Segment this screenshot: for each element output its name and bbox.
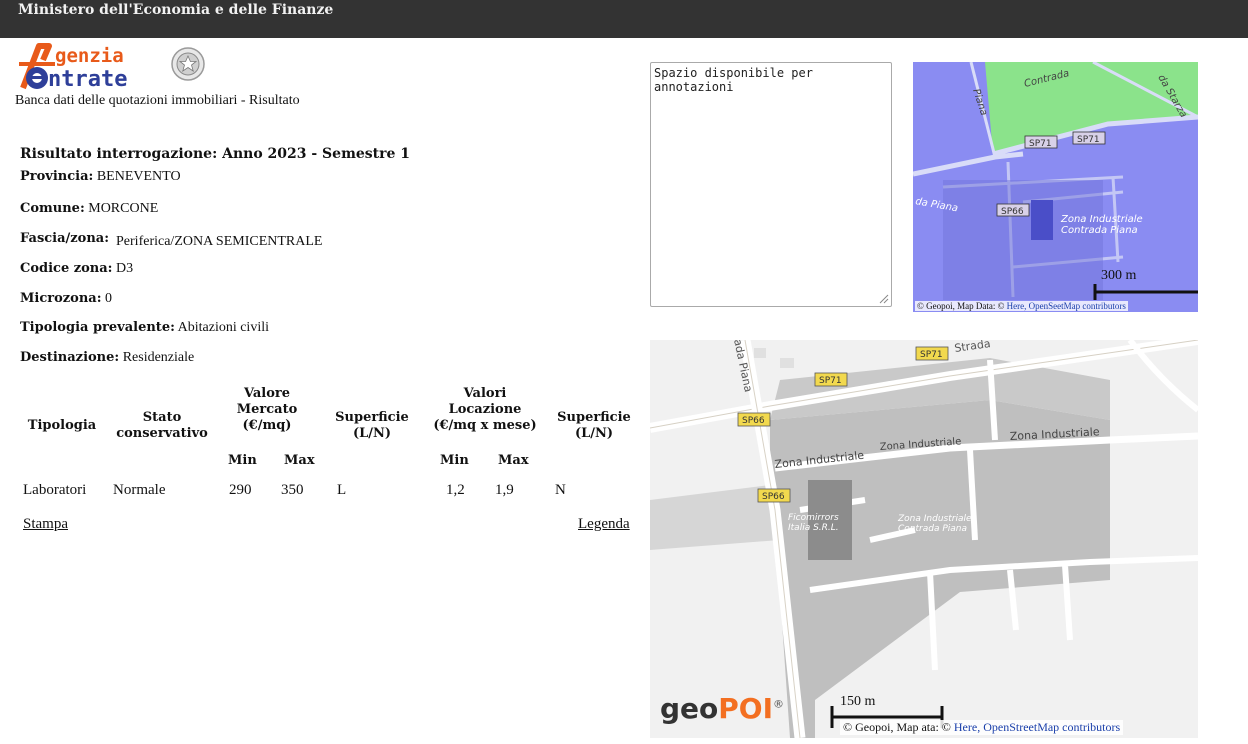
svg-text:SP66: SP66 xyxy=(762,492,785,502)
col-header-valore-mercato: Valore Mercato (€/mq) xyxy=(236,386,298,433)
republic-emblem xyxy=(171,47,205,81)
col-header-min-2: Min xyxy=(440,453,469,468)
col-header-stato: Stato conservativo xyxy=(116,410,208,441)
svg-text:SP71: SP71 xyxy=(1077,135,1100,145)
svg-text:Contrada Piana: Contrada Piana xyxy=(1061,225,1138,236)
logo-line2: ntrate xyxy=(48,67,127,90)
col-header-tipologia: Tipologia xyxy=(27,418,97,433)
cell-min-locazione: 1,2 xyxy=(446,482,465,498)
ministry-title: Ministero dell'Economia e delle Finanze xyxy=(18,2,334,18)
cell-tipologia: Laboratori xyxy=(23,482,87,498)
result-title: Risultato interrogazione: Anno 2023 - Se… xyxy=(20,146,411,162)
field-microzona: Microzona: 0 xyxy=(20,291,112,306)
field-tipologia-prevalente: Tipologia prevalente: Abitazioni civili xyxy=(20,320,269,335)
field-comune: Comune: MORCONE xyxy=(20,201,159,216)
agenzia-entrate-logo: genzia ntrate xyxy=(15,42,205,92)
cell-stato: Normale xyxy=(113,482,166,498)
logo-line1: genzia xyxy=(55,45,124,67)
print-link[interactable]: Stampa xyxy=(23,516,68,533)
cell-max-locazione: 1,9 xyxy=(495,482,514,498)
svg-text:SP71: SP71 xyxy=(1029,139,1052,149)
field-fascia-zona: Fascia/zona: Periferica/ZONA SEMICENTRAL… xyxy=(20,231,323,249)
col-header-superficie: Superficie (L/N) xyxy=(335,410,409,441)
overview-map[interactable]: SP71 SP71 SP66 Contrada Piana da Starza … xyxy=(913,62,1198,312)
detail-attribution: © Geopoi, Map ata: © Here, OpenStreetMap… xyxy=(840,720,1124,735)
overview-attribution: © Geopoi, Map Data: © Here, OpenSeetMap … xyxy=(915,301,1128,311)
col-header-superficie-2: Superficie (L/N) xyxy=(557,410,631,441)
top-bar: Ministero dell'Economia e delle Finanze xyxy=(0,0,1248,38)
col-header-max: Max xyxy=(284,453,315,468)
field-codice-zona: Codice zona: D3 xyxy=(20,261,134,276)
detail-scale-label: 150 m xyxy=(840,694,876,709)
resize-grip-icon[interactable] xyxy=(877,292,889,304)
field-destinazione: Destinazione: Residenziale xyxy=(20,350,195,365)
field-provincia: Provincia: BENEVENTO xyxy=(20,169,181,184)
svg-text:Contrada Piana: Contrada Piana xyxy=(898,524,967,534)
cell-superficie: L xyxy=(337,482,347,498)
overview-scale-label: 300 m xyxy=(1101,268,1137,283)
svg-text:Zona Industriale: Zona Industriale xyxy=(897,514,972,524)
svg-text:Italia S.R.L.: Italia S.R.L. xyxy=(788,523,839,533)
notes-textarea[interactable] xyxy=(650,62,892,307)
legend-link[interactable]: Legenda xyxy=(578,516,630,533)
geopoi-logo: geoPOI® xyxy=(660,692,785,725)
cell-superficie-2: N xyxy=(555,482,566,498)
svg-text:SP66: SP66 xyxy=(1001,207,1024,217)
cell-max: 350 xyxy=(281,482,304,498)
svg-text:Ficomirrors: Ficomirrors xyxy=(788,513,839,523)
svg-text:SP66: SP66 xyxy=(742,416,765,426)
detail-map[interactable]: SP71 SP71 SP66 SP66 ada Piana Strada Zon… xyxy=(650,340,1198,738)
page-subtitle: Banca dati delle quotazioni immobiliari … xyxy=(15,93,300,108)
svg-text:Zona Industriale: Zona Industriale xyxy=(1060,214,1143,225)
col-header-max-2: Max xyxy=(498,453,529,468)
svg-text:SP71: SP71 xyxy=(920,350,943,360)
svg-text:SP71: SP71 xyxy=(819,376,842,386)
cell-min: 290 xyxy=(229,482,252,498)
col-header-valori-locazione: Valori Locazione (€/mq x mese) xyxy=(433,386,537,433)
col-header-min: Min xyxy=(228,453,257,468)
